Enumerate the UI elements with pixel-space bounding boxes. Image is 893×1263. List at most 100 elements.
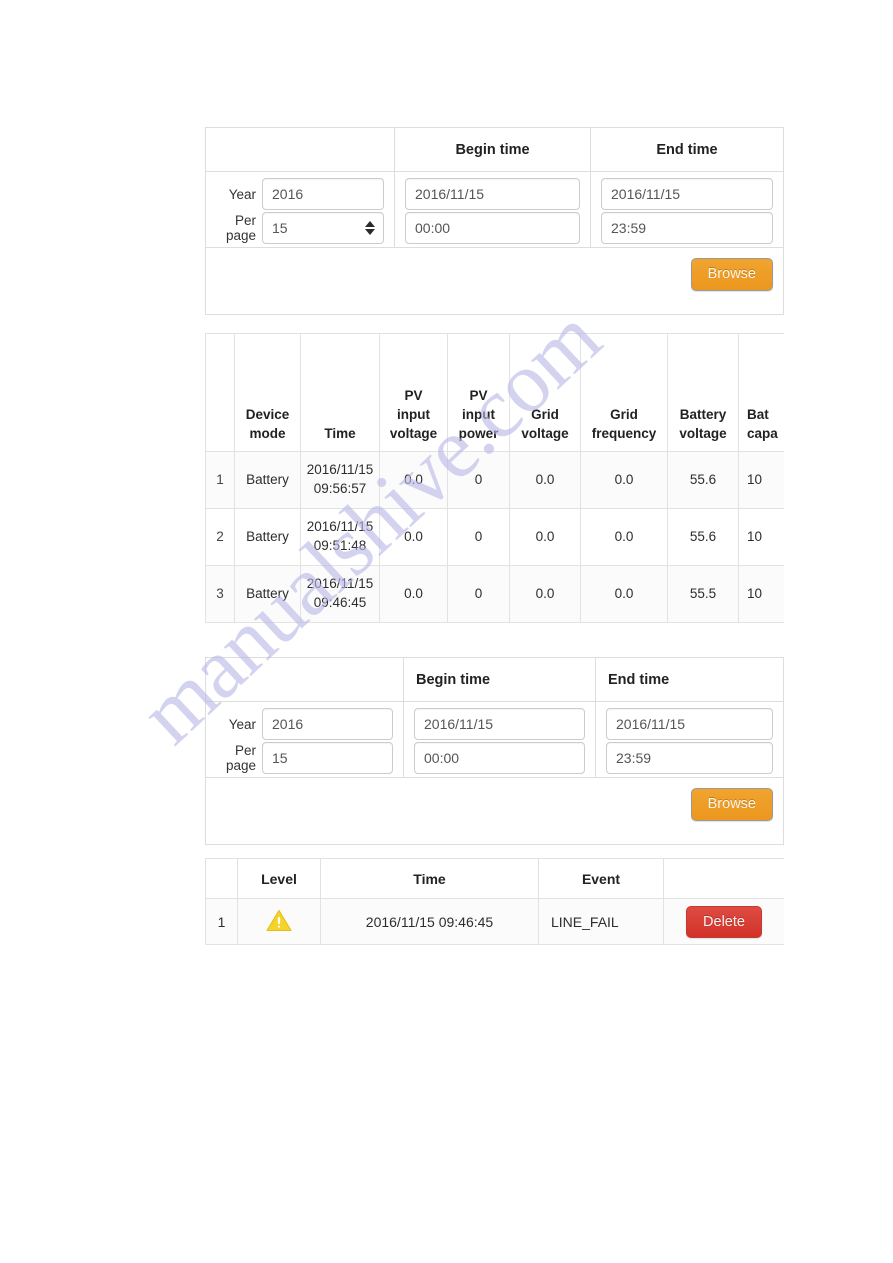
log-cell-device-mode: Battery xyxy=(234,451,301,509)
log-cell-time-date: 2016/11/15 xyxy=(306,462,374,477)
end-date-field-row: 2016/11/15 xyxy=(606,708,773,740)
search-form-bottom-header-end-time: End time xyxy=(595,658,783,701)
log-cell-device-mode: Battery xyxy=(234,508,301,566)
log-col-time: Time xyxy=(300,333,380,452)
search-form-top-header-row: Begin time End time xyxy=(206,128,783,172)
begin-time-value: 00:00 xyxy=(415,220,451,236)
begin-time-value: 00:00 xyxy=(424,750,460,766)
begin-time-input[interactable]: 00:00 xyxy=(414,742,585,774)
end-time-input[interactable]: 23:59 xyxy=(601,212,773,244)
log-col-grid-frequency-l1: Grid xyxy=(610,407,638,422)
search-form-top-header-blank xyxy=(206,128,394,171)
delete-button[interactable]: Delete xyxy=(686,905,762,938)
event-col-actions xyxy=(663,858,785,899)
log-col-pv-input-power-l2: input xyxy=(462,407,495,422)
log-col-pv-input-power-l3: power xyxy=(458,426,499,441)
warning-triangle-icon xyxy=(266,909,292,932)
table-row: 1 2016/11/15 09:46:45 LINE_FAIL Delete xyxy=(205,898,785,945)
per-page-label-line2: page xyxy=(225,758,256,773)
search-form-top-header-begin-time: Begin time xyxy=(394,128,590,171)
log-col-pv-input-voltage-l2: input xyxy=(397,407,430,422)
log-col-grid-voltage: Grid voltage xyxy=(509,333,581,452)
log-data-table-element: Device mode Time PV input voltage PV inp… xyxy=(205,333,811,623)
year-label: Year xyxy=(228,716,256,732)
event-cell-time: 2016/11/15 09:46:45 xyxy=(320,898,539,945)
year-input-value: 2016 xyxy=(272,716,304,732)
begin-date-value: 2016/11/15 xyxy=(415,186,485,202)
log-col-grid-frequency-l2: frequency xyxy=(591,426,657,441)
search-form-top-begin-cell: 2016/11/15 00:00 xyxy=(394,172,590,247)
per-page-label: Per page xyxy=(216,213,262,243)
per-page-label-line1: Per xyxy=(234,213,256,228)
log-col-grid-frequency: Grid frequency xyxy=(580,333,668,452)
year-field-row: Year 2016 xyxy=(216,708,393,740)
log-cell-index: 2 xyxy=(205,508,235,566)
log-table-header-row: Device mode Time PV input voltage PV inp… xyxy=(205,333,811,452)
page-right-margin xyxy=(784,0,893,1263)
year-field-row: Year 2016 xyxy=(216,178,384,210)
table-row: 2 Battery 2016/11/15 09:51:48 0.0 0 0.0 … xyxy=(205,508,811,566)
log-cell-grid-voltage: 0.0 xyxy=(509,451,581,509)
search-form-top-end-cell: 2016/11/15 23:59 xyxy=(590,172,783,247)
number-spinner-icon[interactable] xyxy=(365,221,375,235)
log-cell-time-date: 2016/11/15 xyxy=(306,519,374,534)
spinner-up-icon[interactable] xyxy=(365,221,375,227)
table-row: 3 Battery 2016/11/15 09:46:45 0.0 0 0.0 … xyxy=(205,565,811,623)
end-time-field-row: 23:59 xyxy=(601,212,773,244)
log-col-grid-voltage-l1: Grid xyxy=(531,407,559,422)
log-cell-index: 3 xyxy=(205,565,235,623)
end-date-value: 2016/11/15 xyxy=(611,186,681,202)
begin-date-value: 2016/11/15 xyxy=(424,716,494,732)
log-cell-grid-frequency: 0.0 xyxy=(580,508,668,566)
begin-date-field-row: 2016/11/15 xyxy=(414,708,585,740)
search-form-top-body-row: Year 2016 Per page 15 2016/11/15 00:00 2… xyxy=(206,172,783,248)
log-cell-pv-input-voltage: 0.0 xyxy=(379,451,448,509)
log-col-index xyxy=(205,333,235,452)
search-form-bottom-left-cell: Year 2016 Per page 15 xyxy=(206,702,403,777)
log-col-pv-input-power: PV input power xyxy=(447,333,510,452)
end-time-value: 23:59 xyxy=(611,220,647,236)
search-form-bottom-body-row: Year 2016 Per page 15 2016/11/15 00:00 2… xyxy=(206,702,783,778)
per-page-label: Per page xyxy=(216,743,262,773)
spinner-down-icon[interactable] xyxy=(365,229,375,235)
per-page-input[interactable]: 15 xyxy=(262,212,384,244)
log-cell-grid-frequency: 0.0 xyxy=(580,565,668,623)
event-log-table-element: Level Time Event 1 2016/11/15 09:46:45 L… xyxy=(205,858,785,945)
browse-button-top[interactable]: Browse xyxy=(690,257,773,291)
end-time-field-row: 23:59 xyxy=(606,742,773,774)
begin-date-input[interactable]: 2016/11/15 xyxy=(405,178,580,210)
log-col-battery-voltage-l2: voltage xyxy=(679,426,727,441)
per-page-field-row: Per page 15 xyxy=(216,742,393,774)
log-col-pv-input-power-l1: PV xyxy=(469,388,488,403)
year-input[interactable]: 2016 xyxy=(262,708,393,740)
year-input-value: 2016 xyxy=(272,186,304,202)
log-cell-time-clock: 09:56:57 xyxy=(313,481,367,496)
log-cell-battery-voltage: 55.6 xyxy=(667,451,739,509)
log-data-table: Device mode Time PV input voltage PV inp… xyxy=(205,333,811,623)
event-cell-event: LINE_FAIL xyxy=(538,898,664,945)
year-input[interactable]: 2016 xyxy=(262,178,384,210)
search-form-top-header-end-time: End time xyxy=(590,128,783,171)
table-row: 1 Battery 2016/11/15 09:56:57 0.0 0 0.0 … xyxy=(205,451,811,509)
begin-time-input[interactable]: 00:00 xyxy=(405,212,580,244)
browse-button-bottom[interactable]: Browse xyxy=(690,787,773,821)
log-col-device-mode: Device mode xyxy=(234,333,301,452)
per-page-input-value: 15 xyxy=(272,750,288,766)
search-form-top-left-cell: Year 2016 Per page 15 xyxy=(206,172,394,247)
end-date-input[interactable]: 2016/11/15 xyxy=(606,708,773,740)
per-page-label-line1: Per xyxy=(234,743,256,758)
begin-date-field-row: 2016/11/15 xyxy=(405,178,580,210)
per-page-input-value: 15 xyxy=(272,220,288,236)
log-cell-grid-frequency: 0.0 xyxy=(580,451,668,509)
begin-date-input[interactable]: 2016/11/15 xyxy=(414,708,585,740)
search-form-bottom-header-begin-time: Begin time xyxy=(403,658,595,701)
end-date-value: 2016/11/15 xyxy=(616,716,686,732)
end-time-input[interactable]: 23:59 xyxy=(606,742,773,774)
log-cell-grid-voltage: 0.0 xyxy=(509,565,581,623)
end-date-input[interactable]: 2016/11/15 xyxy=(601,178,773,210)
event-cell-actions: Delete xyxy=(663,898,785,945)
event-col-event: Event xyxy=(538,858,664,899)
event-cell-level xyxy=(237,898,321,945)
end-date-field-row: 2016/11/15 xyxy=(601,178,773,210)
per-page-input[interactable]: 15 xyxy=(262,742,393,774)
